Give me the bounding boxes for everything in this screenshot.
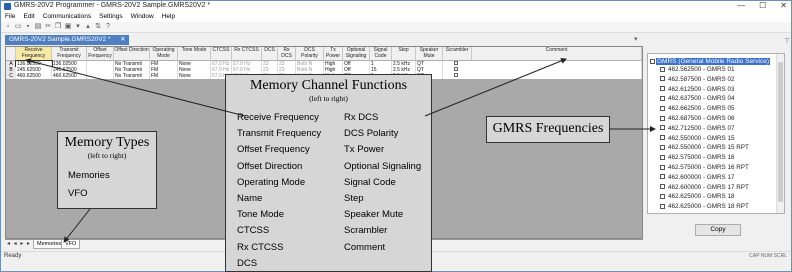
callout-arrows bbox=[25, 58, 656, 243]
arrow-to-comment-column bbox=[424, 58, 567, 117]
arrow-to-vfo-tab bbox=[63, 208, 91, 243]
arrow-to-receive-column bbox=[25, 58, 246, 117]
